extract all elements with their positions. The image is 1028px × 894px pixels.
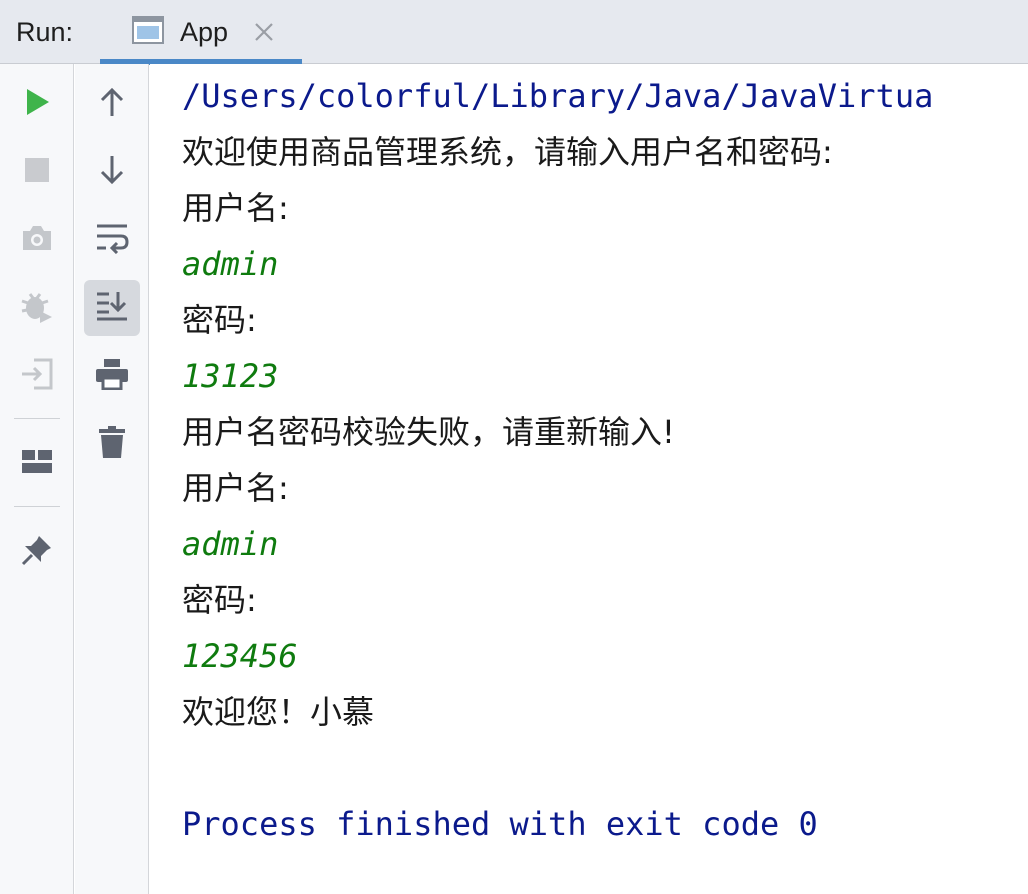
debug-button[interactable] [9, 280, 65, 336]
console-line-user-input: admin [182, 245, 279, 283]
console-actions-toolbar [75, 64, 149, 894]
console-line-user-input: admin [182, 525, 279, 563]
console-line-password-prompt: 密码: [182, 301, 257, 339]
down-stack-trace-button[interactable] [84, 144, 140, 200]
console-line-auth-failed: 用户名密码校验失败，请重新输入! [182, 413, 675, 451]
console-line-exit-status: Process finished with exit code 0 [182, 805, 818, 843]
run-actions-toolbar [0, 64, 74, 894]
pin-icon [20, 533, 54, 571]
console-window-icon [132, 16, 164, 44]
thread-dump-button[interactable] [9, 212, 65, 268]
toolbar-separator [14, 506, 60, 507]
console-line-username-prompt: 用户名: [182, 189, 289, 227]
login-icon [20, 357, 54, 395]
print-icon [95, 358, 129, 394]
up-stack-trace-button[interactable] [84, 76, 140, 132]
run-icon [22, 87, 52, 121]
toolbar-separator [14, 418, 60, 419]
rerun-button[interactable] [9, 76, 65, 132]
layout-icon [21, 448, 53, 480]
scroll-to-end-button[interactable] [84, 280, 140, 336]
console-line-command: /Users/colorful/Library/Java/JavaVirtua [182, 77, 934, 115]
print-button[interactable] [84, 348, 140, 404]
soft-wrap-button[interactable] [84, 212, 140, 268]
clear-all-button[interactable] [84, 416, 140, 472]
camera-icon [20, 223, 54, 257]
console-output[interactable]: /Users/colorful/Library/Java/JavaVirtua … [150, 64, 1028, 894]
soft-wrap-icon [95, 222, 129, 258]
run-tool-window-header: Run: App [0, 0, 1028, 65]
arrow-down-icon [97, 154, 127, 190]
console-line-username-prompt: 用户名: [182, 469, 289, 507]
console-line-password-prompt: 密码: [182, 581, 257, 619]
console-line-user-input: 123456 [182, 637, 298, 675]
close-icon[interactable] [252, 20, 276, 44]
scroll-to-end-icon [95, 290, 129, 326]
console-line-user-input: 13123 [182, 357, 279, 395]
tab-app[interactable]: App [100, 0, 302, 65]
trash-icon [98, 425, 126, 463]
restore-layout-button[interactable] [9, 348, 65, 404]
console-line-welcome-prompt: 欢迎使用商品管理系统，请输入用户名和密码: [182, 133, 833, 171]
stop-icon [23, 156, 51, 188]
console-line-welcome-user: 欢迎您！小慕 [182, 693, 375, 731]
debug-icon [20, 289, 54, 327]
arrow-up-icon [97, 86, 127, 122]
layout-button[interactable] [9, 436, 65, 492]
pin-tab-button[interactable] [9, 524, 65, 580]
run-label: Run: [16, 17, 74, 47]
stop-button[interactable] [9, 144, 65, 200]
tab-label: App [180, 17, 229, 47]
